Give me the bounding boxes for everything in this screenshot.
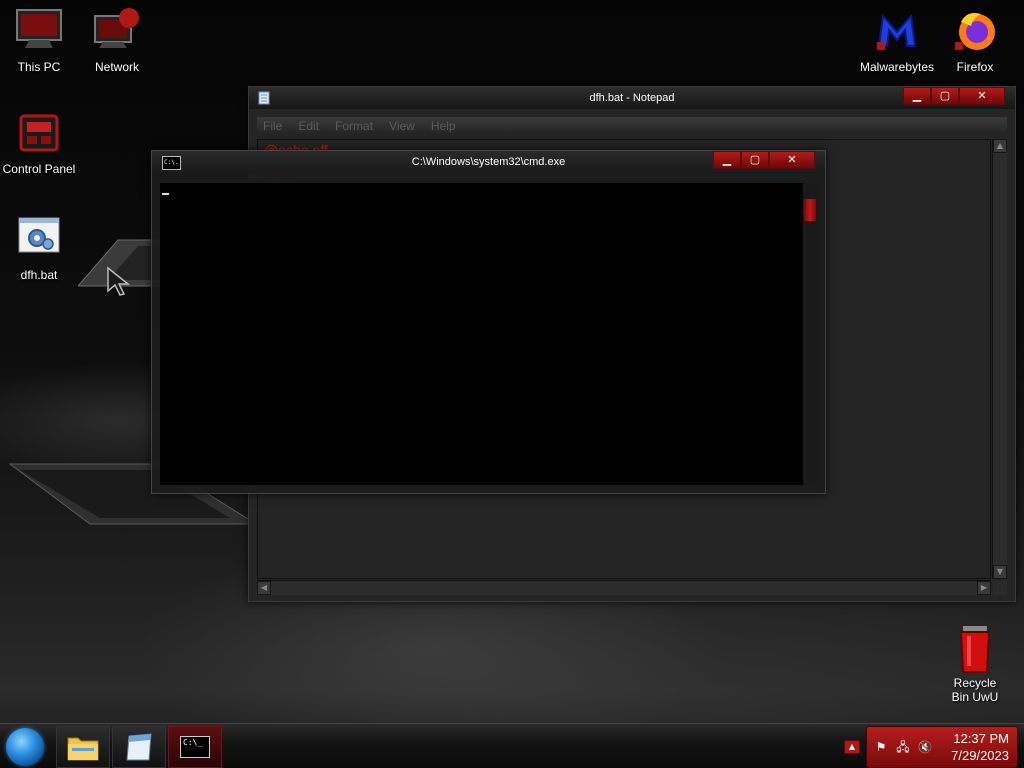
vertical-scrollbar[interactable]: ▲ ▼ xyxy=(992,139,1007,579)
minimize-icon: ▁ xyxy=(722,154,732,166)
maximize-icon: ▢ xyxy=(749,154,761,166)
mouse-pointer-icon xyxy=(107,266,131,296)
close-icon: ✕ xyxy=(787,154,797,166)
clock-date: 7/29/2023 xyxy=(951,748,1009,763)
desktop-icon-label: Recycle Bin UwU xyxy=(951,676,999,704)
taskbar-notepad[interactable] xyxy=(112,726,166,768)
clock[interactable]: 12:37 PM 7/29/2023 xyxy=(951,730,1009,764)
vertical-scrollbar[interactable] xyxy=(803,183,817,485)
desktop-icon-malwarebytes[interactable]: Malwarebytes xyxy=(858,8,936,74)
minimize-icon: ▁ xyxy=(912,90,922,102)
desktop-icon-label: Firefox xyxy=(956,60,994,74)
notepad-icon xyxy=(126,733,152,761)
scroll-down-button[interactable]: ▼ xyxy=(993,565,1007,579)
desktop-icon-network[interactable]: Network xyxy=(78,8,156,74)
close-icon: ✕ xyxy=(977,90,987,102)
window-title: C:\Windows\system32\cmd.exe xyxy=(411,156,566,168)
action-center-flag-icon[interactable]: ⚑ xyxy=(873,739,889,755)
cmd-icon-text: C:\. xyxy=(164,159,179,166)
chevron-up-icon: ▲ xyxy=(848,742,856,751)
recycle-bin-icon xyxy=(951,624,999,673)
minimize-button[interactable]: ▁ xyxy=(713,151,741,169)
taskbar: C:\_ ▲ ⚑ 🖧 🔇 12:37 PM 7/29/2023 xyxy=(0,723,1024,768)
system-tray: ⚑ 🖧 🔇 12:37 PM 7/29/2023 xyxy=(866,726,1018,768)
desktop-icon-label: Network xyxy=(94,60,139,74)
minimize-button[interactable]: ▁ xyxy=(903,87,931,105)
scroll-up-button[interactable]: ▲ xyxy=(993,139,1007,153)
menu-format[interactable]: Format xyxy=(335,117,373,135)
desktop-icon-label: Control Panel xyxy=(2,162,76,176)
monitor-icon xyxy=(15,8,63,56)
scroll-right-button[interactable]: ▶ xyxy=(977,581,991,595)
maximize-icon: ▢ xyxy=(939,90,951,102)
taskbar-command-prompt[interactable]: C:\_ xyxy=(168,726,222,768)
window-title: dfh.bat - Notepad xyxy=(589,92,675,104)
network-icon xyxy=(93,8,141,56)
cmd-window[interactable]: C:\. C:\Windows\system32\cmd.exe ▁ ▢ ✕ xyxy=(151,150,826,494)
menu-help[interactable]: Help xyxy=(431,117,456,135)
cmd-icon-text: C:\_ xyxy=(183,738,203,747)
network-icon[interactable]: 🖧 xyxy=(895,739,911,755)
notepad-icon xyxy=(258,91,270,105)
scroll-left-button[interactable]: ◀ xyxy=(257,581,271,595)
notepad-titlebar[interactable]: dfh.bat - Notepad ▁ ▢ ✕ xyxy=(249,87,1015,109)
menu-edit[interactable]: Edit xyxy=(298,117,319,135)
notepad-menubar: File Edit Format View Help xyxy=(257,117,1007,135)
control-panel-icon xyxy=(15,110,63,158)
resize-grip[interactable] xyxy=(993,581,1007,595)
folder-icon xyxy=(67,737,99,761)
desktop-icon-this-pc[interactable]: This PC xyxy=(0,8,78,74)
desktop-icon-dfh-bat[interactable]: dfh.bat xyxy=(0,216,78,282)
menu-view[interactable]: View xyxy=(389,117,415,135)
horizontal-scrollbar[interactable]: ◀ ▶ xyxy=(257,580,991,595)
text-cursor xyxy=(162,193,169,195)
console-output[interactable] xyxy=(160,183,803,485)
desktop-icon-firefox[interactable]: Firefox xyxy=(936,8,1014,74)
clock-time: 12:37 PM xyxy=(953,731,1009,746)
desktop-icon-label: Malwarebytes xyxy=(859,60,935,74)
maximize-button[interactable]: ▢ xyxy=(741,151,769,169)
maximize-button[interactable]: ▢ xyxy=(931,87,959,105)
desktop-icon-control-panel[interactable]: Control Panel xyxy=(0,110,78,176)
cmd-titlebar[interactable]: C:\. C:\Windows\system32\cmd.exe ▁ ▢ ✕ xyxy=(152,151,825,173)
desktop-icon-recycle-bin[interactable]: Recycle Bin UwU xyxy=(936,624,1014,704)
taskbar-file-explorer[interactable] xyxy=(56,726,110,768)
scrollbar-thumb[interactable] xyxy=(804,199,816,221)
volume-muted-icon[interactable]: 🔇 xyxy=(917,739,933,755)
firefox-icon xyxy=(951,8,999,56)
cmd-icon: C:\_ xyxy=(180,736,210,758)
desktop-icon-label: This PC xyxy=(17,60,61,74)
close-button[interactable]: ✕ xyxy=(959,87,1005,105)
start-button[interactable] xyxy=(6,728,44,766)
cmd-icon: C:\. xyxy=(162,156,181,170)
menu-file[interactable]: File xyxy=(263,117,282,135)
close-button[interactable]: ✕ xyxy=(769,151,815,169)
malwarebytes-icon xyxy=(873,8,921,56)
show-hidden-icons-button[interactable]: ▲ xyxy=(844,740,860,754)
desktop-icon-label: dfh.bat xyxy=(20,268,58,282)
batch-file-gear-icon xyxy=(15,216,63,264)
